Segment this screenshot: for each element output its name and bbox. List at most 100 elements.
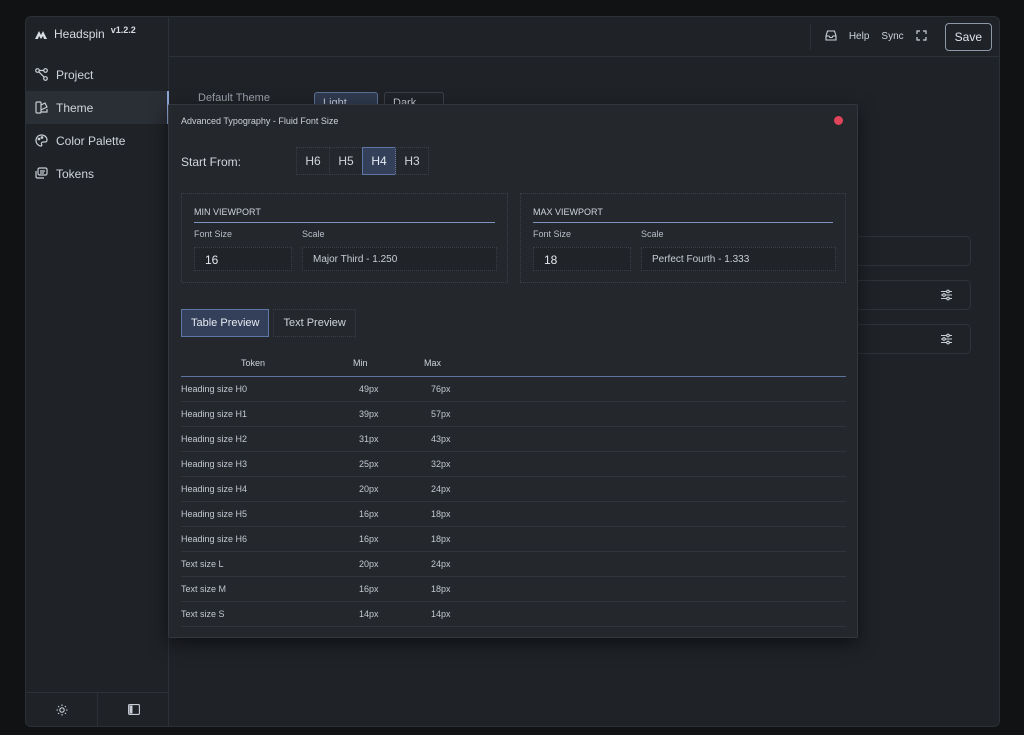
cell-max: 24px	[431, 559, 451, 569]
font-size-label: Font Size	[194, 229, 233, 239]
top-bar: Help Sync Save	[169, 17, 999, 57]
fullscreen-button[interactable]	[916, 29, 927, 44]
sidebar-item-label: Theme	[56, 100, 94, 115]
sidebar-item-tokens[interactable]: Tokens	[26, 157, 169, 190]
theme-toggle-button[interactable]	[26, 693, 97, 726]
tab-h4[interactable]: H4	[362, 147, 396, 175]
default-theme-label: Default Theme	[198, 92, 270, 104]
column-header-min: Min	[353, 358, 368, 368]
tab-h5[interactable]: H5	[329, 147, 363, 175]
palette-icon	[35, 134, 48, 147]
fullscreen-icon	[916, 29, 927, 41]
tab-table-preview[interactable]: Table Preview	[181, 309, 270, 337]
max-viewport-panel: MAX VIEWPORT Font Size Scale 18 Perfect …	[520, 193, 846, 283]
tab-h3[interactable]: H3	[395, 147, 429, 175]
font-size-label: Font Size	[533, 229, 572, 239]
cell-token: Text size M	[181, 584, 227, 594]
token-table: Token Min Max Heading size H0 49px 76px …	[181, 351, 846, 627]
sync-button[interactable]: Sync	[881, 31, 903, 42]
sidebar-item-project[interactable]: Project	[26, 58, 169, 91]
cell-min: 16px	[359, 584, 379, 594]
cell-token: Heading size H6	[181, 534, 248, 544]
table-row: Heading size H3 25px 32px	[181, 452, 846, 477]
sidebar-item-label: Tokens	[56, 166, 95, 181]
scale-label: Scale	[641, 229, 664, 239]
cell-min: 20px	[359, 484, 379, 494]
sun-icon	[56, 704, 67, 715]
sidebar-item-label: Project	[56, 67, 94, 82]
cell-min: 25px	[359, 459, 379, 469]
cell-max: 18px	[431, 509, 451, 519]
table-row: Text size L 20px 24px	[181, 552, 846, 577]
sidebar-item-color-palette[interactable]: Color Palette	[26, 124, 169, 157]
close-button[interactable]	[834, 116, 843, 125]
modal-title: Advanced Typography - Fluid Font Size	[181, 116, 339, 126]
cell-min: 20px	[359, 559, 379, 569]
max-viewport-title: MAX VIEWPORT	[533, 207, 603, 217]
cell-token: Heading size H5	[181, 509, 248, 519]
cell-token: Heading size H2	[181, 434, 248, 444]
panel-toggle-icon	[127, 704, 140, 715]
divider	[533, 222, 833, 223]
table-row: Heading size H4 20px 24px	[181, 477, 846, 502]
sidebar: Headspin v1.2.2 Project Theme Color Pale…	[26, 17, 169, 726]
panel-toggle-button[interactable]	[97, 693, 169, 726]
column-header-token: Token	[241, 358, 266, 368]
sidebar-item-theme[interactable]: Theme	[26, 91, 169, 124]
save-button[interactable]: Save	[944, 22, 992, 51]
app-version: v1.2.2	[110, 25, 136, 35]
column-header-max: Max	[424, 358, 442, 368]
min-scale-select[interactable]: Major Third - 1.250	[302, 247, 497, 271]
brand: Headspin v1.2.2	[34, 25, 136, 41]
cell-token: Text size S	[181, 609, 225, 619]
table-row: Heading size H5 16px 18px	[181, 502, 846, 527]
cell-token: Text size L	[181, 559, 224, 569]
inbox-icon	[825, 29, 837, 41]
cell-min: 16px	[359, 534, 379, 544]
min-font-size-input[interactable]: 16	[194, 247, 292, 271]
table-row: Heading size H6 16px 18px	[181, 527, 846, 552]
sidebar-footer	[26, 692, 169, 726]
cell-token: Heading size H1	[181, 409, 248, 419]
sidebar-item-label: Color Palette	[56, 133, 126, 148]
cell-min: 14px	[359, 609, 379, 619]
cell-min: 16px	[359, 509, 379, 519]
preview-tabs: Table Preview Text Preview	[181, 309, 356, 337]
tab-text-preview[interactable]: Text Preview	[273, 309, 356, 337]
theme-icon	[35, 101, 48, 114]
min-viewport-title: MIN VIEWPORT	[194, 207, 261, 217]
cell-max: 57px	[431, 409, 451, 419]
cell-max: 24px	[431, 484, 451, 494]
cell-max: 18px	[431, 584, 451, 594]
project-icon	[35, 68, 48, 81]
sliders-icon[interactable]	[940, 333, 953, 345]
app-name: Headspin	[54, 27, 105, 41]
max-scale-select[interactable]: Perfect Fourth - 1.333	[641, 247, 836, 271]
cell-min: 39px	[359, 409, 379, 419]
table-row: Heading size H1 39px 57px	[181, 402, 846, 427]
table-row: Text size S 14px 14px	[181, 602, 846, 627]
fluid-font-size-modal: Advanced Typography - Fluid Font Size St…	[168, 104, 858, 638]
max-font-size-input[interactable]: 18	[533, 247, 631, 271]
sliders-icon[interactable]	[940, 289, 953, 301]
help-button[interactable]: Help	[849, 31, 870, 42]
cell-token: Heading size H4	[181, 484, 248, 494]
table-row: Text size M 16px 18px	[181, 577, 846, 602]
sidebar-nav: Project Theme Color Palette Tokens	[26, 58, 169, 190]
inbox-button[interactable]	[825, 29, 837, 44]
header-divider	[809, 23, 811, 50]
cell-token: Heading size H0	[181, 384, 248, 394]
cell-token: Heading size H3	[181, 459, 248, 469]
table-row: Heading size H0 49px 76px	[181, 377, 846, 402]
cell-min: 49px	[359, 384, 379, 394]
cell-max: 18px	[431, 534, 451, 544]
table-row: Heading size H2 31px 43px	[181, 427, 846, 452]
start-from-label: Start From:	[181, 155, 242, 169]
heading-level-tabs: H6 H5 H4 H3	[296, 147, 429, 175]
cell-max: 43px	[431, 434, 451, 444]
headspin-logo-icon	[35, 31, 47, 39]
table-header: Token Min Max	[181, 351, 846, 377]
tab-h6[interactable]: H6	[296, 147, 330, 175]
cell-min: 31px	[359, 434, 379, 444]
min-viewport-panel: MIN VIEWPORT Font Size Scale 16 Major Th…	[181, 193, 508, 283]
